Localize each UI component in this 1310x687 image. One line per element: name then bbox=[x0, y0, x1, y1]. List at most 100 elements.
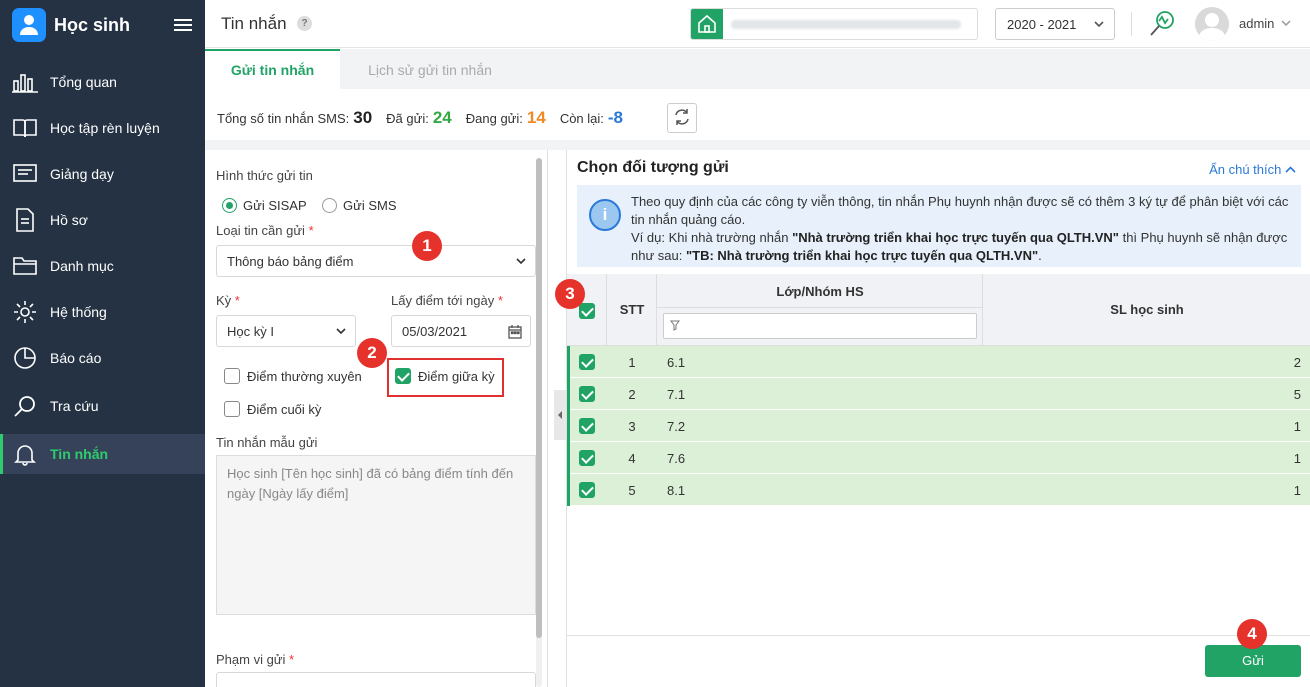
column-header-class: Lớp/Nhóm HS bbox=[657, 274, 983, 346]
username[interactable]: admin bbox=[1239, 16, 1274, 31]
required-mark: * bbox=[234, 293, 240, 308]
cell-stt: 1 bbox=[628, 355, 636, 370]
chevron-down-icon bbox=[335, 325, 347, 340]
header-label: STT bbox=[619, 302, 645, 317]
sidebar: Học sinh Tổng quan Học tập rèn luyện Giả… bbox=[0, 0, 205, 687]
school-year-select[interactable]: 2020 - 2021 bbox=[995, 8, 1115, 40]
scrollbar-thumb[interactable] bbox=[536, 158, 542, 638]
cell-class: 8.1 bbox=[667, 483, 686, 498]
stat-total-label: Tổng số tin nhắn SMS: bbox=[217, 111, 350, 126]
hide-hint-label: Ẩn chú thích bbox=[1209, 162, 1282, 177]
checkbox-box bbox=[395, 368, 411, 384]
sidebar-item-tra-cuu[interactable]: Tra cứu bbox=[0, 386, 205, 426]
checkbox-midterm-score[interactable]: Điểm giữa kỳ bbox=[395, 368, 495, 384]
message-type-value: Thông báo bảng điểm bbox=[227, 254, 354, 269]
checkbox-regular-score[interactable]: Điểm thường xuyên bbox=[224, 368, 362, 384]
select-all-checkbox[interactable] bbox=[579, 303, 595, 319]
folder-icon bbox=[12, 253, 38, 279]
row-checkbox[interactable] bbox=[579, 450, 595, 466]
table-row[interactable]: 3 7.2 1 bbox=[567, 410, 1310, 442]
stat-sent-label: Đã gửi: bbox=[386, 111, 429, 126]
gear-icon bbox=[12, 299, 38, 325]
sidebar-header: Học sinh bbox=[0, 0, 205, 50]
radio-indicator bbox=[322, 198, 337, 213]
school-name-redacted bbox=[731, 20, 961, 29]
tab-message-history[interactable]: Lịch sử gửi tin nhắn bbox=[340, 49, 520, 89]
class-filter-input[interactable] bbox=[663, 313, 977, 339]
cell-stt: 5 bbox=[628, 483, 636, 498]
sidebar-item-hoc-tap[interactable]: Học tập rèn luyện bbox=[0, 108, 205, 148]
avatar[interactable] bbox=[1195, 7, 1229, 41]
refresh-button[interactable] bbox=[667, 103, 697, 133]
sidebar-item-he-thong[interactable]: Hệ thống bbox=[0, 292, 205, 332]
cell-class: 7.6 bbox=[667, 451, 686, 466]
filter-icon bbox=[670, 319, 680, 334]
table-row[interactable]: 5 8.1 1 bbox=[567, 474, 1310, 506]
activity-search-icon[interactable] bbox=[1147, 9, 1177, 42]
sidebar-item-danh-muc[interactable]: Danh mục bbox=[0, 246, 205, 286]
tab-send-message[interactable]: Gửi tin nhắn bbox=[205, 49, 340, 89]
sidebar-item-label: Danh mục bbox=[50, 258, 114, 274]
info-text: Ví dụ: Khi nhà trường nhắn bbox=[631, 230, 793, 245]
send-button[interactable]: Gửi bbox=[1205, 645, 1301, 677]
checkbox-label: Điểm cuối kỳ bbox=[247, 401, 322, 417]
chevron-up-icon bbox=[1285, 162, 1296, 177]
help-icon[interactable]: ? bbox=[297, 16, 312, 31]
stat-sending-label: Đang gửi: bbox=[465, 111, 523, 126]
table-row[interactable]: 4 7.6 1 bbox=[567, 442, 1310, 474]
form-scrollbar[interactable] bbox=[536, 158, 542, 687]
row-checkbox[interactable] bbox=[579, 354, 595, 370]
row-checkbox[interactable] bbox=[579, 386, 595, 402]
radio-send-sisap[interactable]: Gửi SISAP bbox=[222, 198, 307, 213]
required-mark: * bbox=[497, 293, 503, 308]
cell-stt: 2 bbox=[628, 387, 636, 402]
chevron-down-icon[interactable] bbox=[1280, 17, 1292, 32]
message-type-label: Loại tin cần gửi * bbox=[216, 223, 314, 238]
calendar-icon[interactable] bbox=[508, 325, 522, 342]
template-textarea[interactable]: Học sinh [Tên học sinh] đã có bảng điểm … bbox=[216, 455, 536, 615]
radio-send-sms[interactable]: Gửi SMS bbox=[322, 198, 397, 213]
stat-sending-value: 14 bbox=[526, 108, 546, 127]
divider bbox=[1131, 12, 1132, 36]
date-input[interactable]: 05/03/2021 bbox=[391, 315, 531, 347]
checkbox-final-score[interactable]: Điểm cuối kỳ bbox=[224, 401, 321, 417]
row-checkbox[interactable] bbox=[579, 418, 595, 434]
recipients-panel: Chọn đối tượng gửi Ẩn chú thích i Theo q… bbox=[566, 150, 1310, 687]
table-row[interactable]: 2 7.1 5 bbox=[567, 378, 1310, 410]
message-type-select[interactable]: Thông báo bảng điểm bbox=[216, 245, 536, 277]
template-label: Tin nhắn mẫu gửi bbox=[216, 435, 318, 450]
collapse-panel-handle[interactable] bbox=[554, 390, 566, 440]
info-text: . bbox=[1038, 248, 1042, 263]
info-example: Ví dụ: Khi nhà trường nhắn "Nhà trường t… bbox=[631, 229, 1291, 265]
sidebar-item-tin-nhan[interactable]: Tin nhắn bbox=[0, 434, 205, 474]
sidebar-item-ho-so[interactable]: Hồ sơ bbox=[0, 200, 205, 240]
sidebar-item-giang-day[interactable]: Giảng dạy bbox=[0, 154, 205, 194]
header-label: Lớp/Nhóm HS bbox=[776, 284, 864, 299]
hide-hint-link[interactable]: Ẩn chú thích bbox=[1209, 162, 1296, 177]
sidebar-item-label: Tin nhắn bbox=[50, 446, 109, 462]
required-mark: * bbox=[289, 652, 295, 667]
cell-class: 7.2 bbox=[667, 419, 686, 434]
info-notice: i Theo quy định của các công ty viễn thô… bbox=[577, 185, 1301, 267]
school-selector[interactable] bbox=[690, 8, 978, 40]
label-text: Phạm vi gửi bbox=[216, 652, 286, 667]
table-row[interactable]: 1 6.1 2 bbox=[567, 346, 1310, 378]
blackboard-icon bbox=[12, 161, 38, 187]
separator-band bbox=[205, 140, 1310, 150]
sidebar-item-bao-cao[interactable]: Báo cáo bbox=[0, 338, 205, 378]
scope-label: Phạm vi gửi * bbox=[216, 652, 294, 667]
cell-count: 1 bbox=[1293, 451, 1301, 466]
scope-select[interactable] bbox=[216, 672, 536, 687]
label-text: Loại tin cần gửi bbox=[216, 223, 305, 238]
refresh-icon bbox=[672, 107, 692, 130]
sidebar-item-label: Báo cáo bbox=[50, 350, 102, 366]
date-value: 05/03/2021 bbox=[402, 324, 468, 339]
sidebar-item-tong-quan[interactable]: Tổng quan bbox=[0, 62, 205, 102]
label-text: Kỳ bbox=[216, 293, 232, 308]
info-icon: i bbox=[589, 199, 621, 231]
cell-stt: 4 bbox=[628, 451, 636, 466]
term-select[interactable]: Học kỳ I bbox=[216, 315, 356, 347]
label-text: Lấy điểm tới ngày bbox=[391, 293, 495, 308]
row-checkbox[interactable] bbox=[579, 482, 595, 498]
menu-toggle-icon[interactable] bbox=[174, 16, 192, 34]
